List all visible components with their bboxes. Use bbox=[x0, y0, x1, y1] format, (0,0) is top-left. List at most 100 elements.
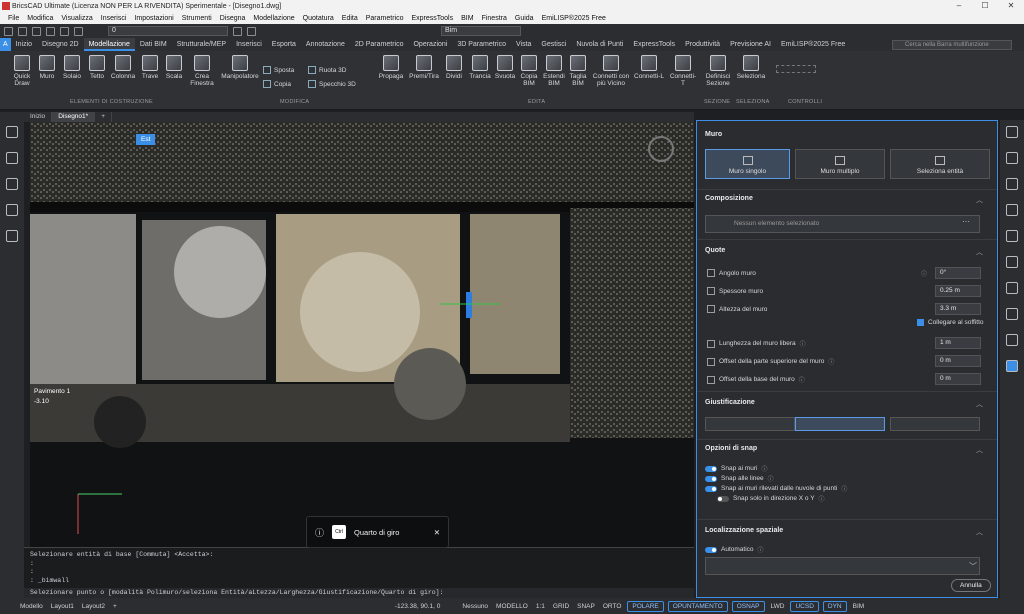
tab-annotazione[interactable]: Annotazione bbox=[301, 38, 350, 51]
undo-icon[interactable] bbox=[60, 26, 69, 36]
i-beam-icon[interactable] bbox=[1006, 282, 1018, 294]
muro-multiplo-button[interactable]: Muro multiplo bbox=[795, 149, 885, 179]
menu-guida[interactable]: Guida bbox=[515, 15, 534, 22]
copia-bim-tool[interactable]: Copia BIM bbox=[520, 55, 538, 87]
status-ucsd[interactable]: UCSD bbox=[790, 600, 819, 612]
snap-nuvole-toggle[interactable]: Snap ai muri rilevati dalle nuvole di pu… bbox=[705, 484, 847, 493]
menu-modellazione[interactable]: Modellazione bbox=[253, 15, 294, 22]
info-icon[interactable]: ⓘ bbox=[800, 339, 806, 348]
tetto-tool[interactable]: Tetto bbox=[87, 55, 107, 80]
close-window-button[interactable]: ✕ bbox=[998, 0, 1024, 12]
view-cube-label[interactable]: Est bbox=[136, 134, 156, 145]
tab-disegno-2d[interactable]: Disegno 2D bbox=[37, 38, 84, 51]
propaga-tool[interactable]: Propaga bbox=[378, 55, 404, 80]
justify-center-button[interactable] bbox=[795, 417, 885, 431]
crea-finestra-tool[interactable]: Crea Finestra bbox=[189, 55, 215, 87]
copia-tool[interactable]: Copia bbox=[263, 80, 291, 88]
menu-file[interactable]: File bbox=[8, 15, 19, 22]
tab-inserisci[interactable]: Inserisci bbox=[231, 38, 267, 51]
color-icon[interactable] bbox=[233, 26, 242, 36]
localizzazione-select[interactable] bbox=[705, 557, 980, 575]
pin-icon[interactable] bbox=[1006, 308, 1018, 320]
definisci-sezione-tool[interactable]: Definisci Sezione bbox=[704, 55, 732, 87]
tab-emilisp[interactable]: EmiLISP®2025 Free bbox=[776, 38, 850, 51]
status-orto[interactable]: ORTO bbox=[599, 603, 626, 610]
menu-bim[interactable]: BIM bbox=[461, 15, 473, 22]
tab-inizio[interactable]: Inizio bbox=[11, 38, 37, 51]
cube-icon[interactable] bbox=[6, 204, 18, 216]
wall-tool-icon[interactable] bbox=[1006, 360, 1018, 372]
app-menu-button[interactable]: A bbox=[0, 38, 11, 51]
annulla-button[interactable]: Annulla bbox=[951, 579, 991, 592]
workspace-select[interactable]: Bim bbox=[441, 26, 521, 36]
menu-strumenti[interactable]: Strumenti bbox=[182, 15, 212, 22]
open-icon[interactable] bbox=[18, 26, 27, 36]
justify-right-button[interactable] bbox=[890, 417, 980, 431]
chevron-up-icon[interactable]: ︿ bbox=[976, 445, 983, 455]
close-icon[interactable]: ✕ bbox=[434, 528, 440, 537]
scala-tool[interactable]: Scala bbox=[164, 55, 184, 80]
connetti-t-tool[interactable]: Connetti-T bbox=[668, 55, 698, 87]
angolo-muro-input[interactable]: 0° bbox=[935, 267, 981, 279]
save-icon[interactable] bbox=[32, 26, 41, 36]
tab-modellazione[interactable]: Modellazione bbox=[83, 38, 135, 51]
ribbon-search-input[interactable]: Cerca nella Barra multifunzione bbox=[892, 40, 1012, 50]
doc-tab-inizio[interactable]: Inizio bbox=[24, 112, 53, 122]
tab-nuvola-di-punti[interactable]: Nuvola di Punti bbox=[571, 38, 628, 51]
info-icon[interactable]: ⓘ bbox=[921, 269, 927, 278]
tab-previsione-ai[interactable]: Previsione AI bbox=[725, 38, 776, 51]
menu-disegna[interactable]: Disegna bbox=[220, 15, 246, 22]
svuota-tool[interactable]: Svuota bbox=[494, 55, 516, 80]
status-lwd[interactable]: LWD bbox=[767, 603, 789, 610]
estendi-bim-tool[interactable]: Estendi BIM bbox=[543, 55, 565, 87]
chevron-up-icon[interactable]: ︿ bbox=[976, 195, 983, 205]
navigation-icon[interactable] bbox=[648, 136, 674, 162]
info-icon[interactable]: ⓘ bbox=[768, 474, 774, 483]
composizione-select[interactable]: Nessun elemento selezionato bbox=[705, 215, 980, 233]
status-scale[interactable]: 1:1 bbox=[532, 603, 549, 610]
print-icon[interactable] bbox=[46, 26, 55, 36]
premi-tira-tool[interactable]: Premi/Tira bbox=[408, 55, 440, 80]
lightbulb-icon[interactable] bbox=[6, 152, 18, 164]
new-icon[interactable] bbox=[4, 26, 13, 36]
menu-visualizza[interactable]: Visualizza bbox=[61, 15, 92, 22]
hot-air-balloon-icon[interactable] bbox=[1006, 178, 1018, 190]
circle-icon[interactable] bbox=[1006, 204, 1018, 216]
tab-layout1[interactable]: Layout1 bbox=[47, 603, 78, 610]
info-icon[interactable]: ⓘ bbox=[762, 464, 768, 473]
menu-emilisp[interactable]: EmiLISP®2025 Free bbox=[542, 15, 606, 22]
connetti-l-tool[interactable]: Connetti-L bbox=[634, 55, 664, 80]
maximize-button[interactable]: ☐ bbox=[972, 0, 998, 12]
snap-xy-toggle[interactable]: Snap solo in direzione X o Yⓘ bbox=[717, 494, 825, 503]
manipolatore-tool[interactable]: Manipolatore bbox=[219, 55, 261, 80]
status-osnap[interactable]: OSNAP bbox=[731, 600, 765, 612]
tab-modello[interactable]: Modello bbox=[16, 603, 47, 610]
solaio-tool[interactable]: Solaio bbox=[61, 55, 83, 80]
controlli-icons[interactable] bbox=[776, 65, 816, 73]
tab-gestisci[interactable]: Gestisci bbox=[536, 38, 571, 51]
tab-layout2[interactable]: Layout2 bbox=[78, 603, 109, 610]
menu-modifica[interactable]: Modifica bbox=[27, 15, 53, 22]
redo-icon[interactable] bbox=[74, 26, 83, 36]
snap-linee-toggle[interactable]: Snap alle linee ⓘ bbox=[705, 474, 774, 483]
doc-tab-disegno1[interactable]: Disegno1* bbox=[52, 112, 96, 122]
specchio-3d-tool[interactable]: Specchio 3D bbox=[308, 80, 356, 88]
menu-edita[interactable]: Edita bbox=[342, 15, 358, 22]
properties-icon[interactable] bbox=[1006, 126, 1018, 138]
status-snap[interactable]: SNAP bbox=[573, 603, 599, 610]
toggle-switch[interactable] bbox=[705, 465, 717, 472]
chevron-down-icon[interactable]: ﹀ bbox=[969, 561, 977, 572]
home-icon[interactable] bbox=[6, 178, 18, 190]
chevron-up-icon[interactable]: ︿ bbox=[976, 247, 983, 257]
toggle-switch[interactable] bbox=[705, 546, 717, 553]
drawing-viewport[interactable]: Est Pavimento 1 -3.10 bbox=[30, 122, 694, 547]
ruota-3d-tool[interactable]: Ruota 3D bbox=[308, 66, 346, 74]
tab-expresstools[interactable]: ExpressTools bbox=[628, 38, 680, 51]
toggle-switch[interactable] bbox=[717, 495, 729, 502]
command-prompt[interactable]: Selezionare punto o [modalità Polimuro/s… bbox=[24, 588, 694, 598]
menu-inserisci[interactable]: Inserisci bbox=[101, 15, 127, 22]
snap-muri-toggle[interactable]: Snap ai muri ⓘ bbox=[705, 464, 768, 473]
offset-superiore-input[interactable]: 0 m bbox=[935, 355, 981, 367]
seleziona-entita-button[interactable]: Seleziona entità bbox=[890, 149, 990, 179]
status-modello[interactable]: MODELLO bbox=[492, 603, 532, 610]
